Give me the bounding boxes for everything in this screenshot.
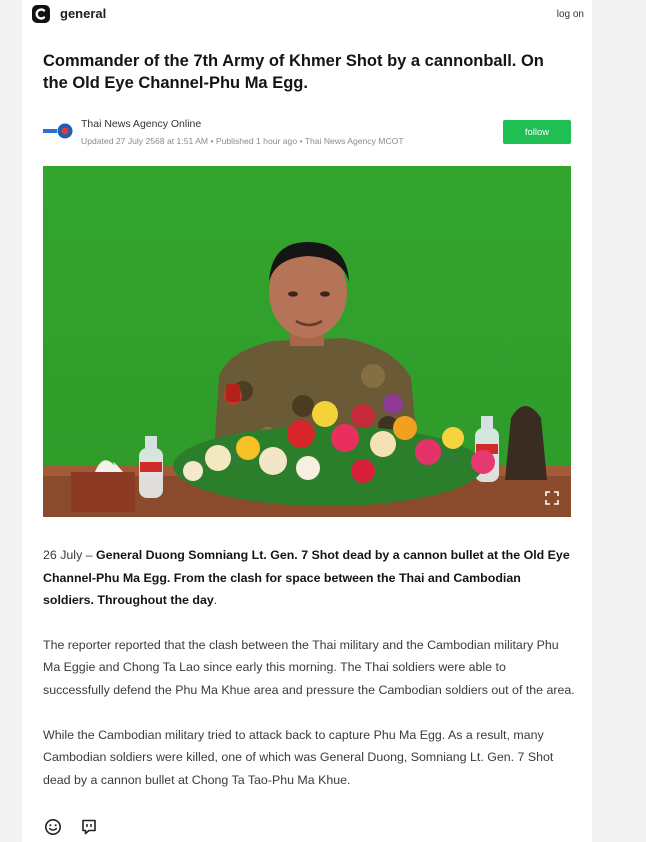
source-logo-icon	[43, 123, 73, 139]
login-link[interactable]: log on	[557, 9, 584, 20]
lead-end: .	[213, 593, 218, 608]
article-meta: Updated 27 July 2568 at 1:51 AM • Publis…	[81, 136, 404, 146]
lead-date: 26 July –	[43, 548, 97, 562]
paragraph: While the Cambodian military tried to at…	[43, 727, 554, 787]
article-photo[interactable]	[43, 166, 571, 517]
page: general log on Commander of the 7th Army…	[22, 0, 592, 842]
article-headline: Commander of the 7th Army of Khmer Shot …	[43, 52, 544, 92]
top-bar: general log on	[32, 4, 592, 26]
follow-button[interactable]: follow	[503, 120, 571, 144]
smiley-icon[interactable]	[44, 818, 62, 836]
article-source: Thai News Agency Online Updated 27 July …	[43, 116, 573, 152]
lead-paragraph: 26 July – General Duong Somniang Lt. Gen…	[43, 544, 575, 612]
photo-of-officer-at-desk	[43, 166, 571, 517]
lead-bold-text: General Duong Somniang Lt. Gen. 7 Shot d…	[43, 548, 570, 608]
expand-icon[interactable]	[545, 491, 559, 505]
paragraph: The reporter reported that the clash bet…	[43, 637, 575, 697]
comment-icon[interactable]	[80, 818, 98, 836]
source-name[interactable]: Thai News Agency Online	[81, 118, 201, 130]
app-name: general	[60, 6, 107, 21]
app-logo-icon[interactable]	[32, 5, 50, 23]
article-body: 26 July – General Duong Somniang Lt. Gen…	[43, 544, 575, 791]
